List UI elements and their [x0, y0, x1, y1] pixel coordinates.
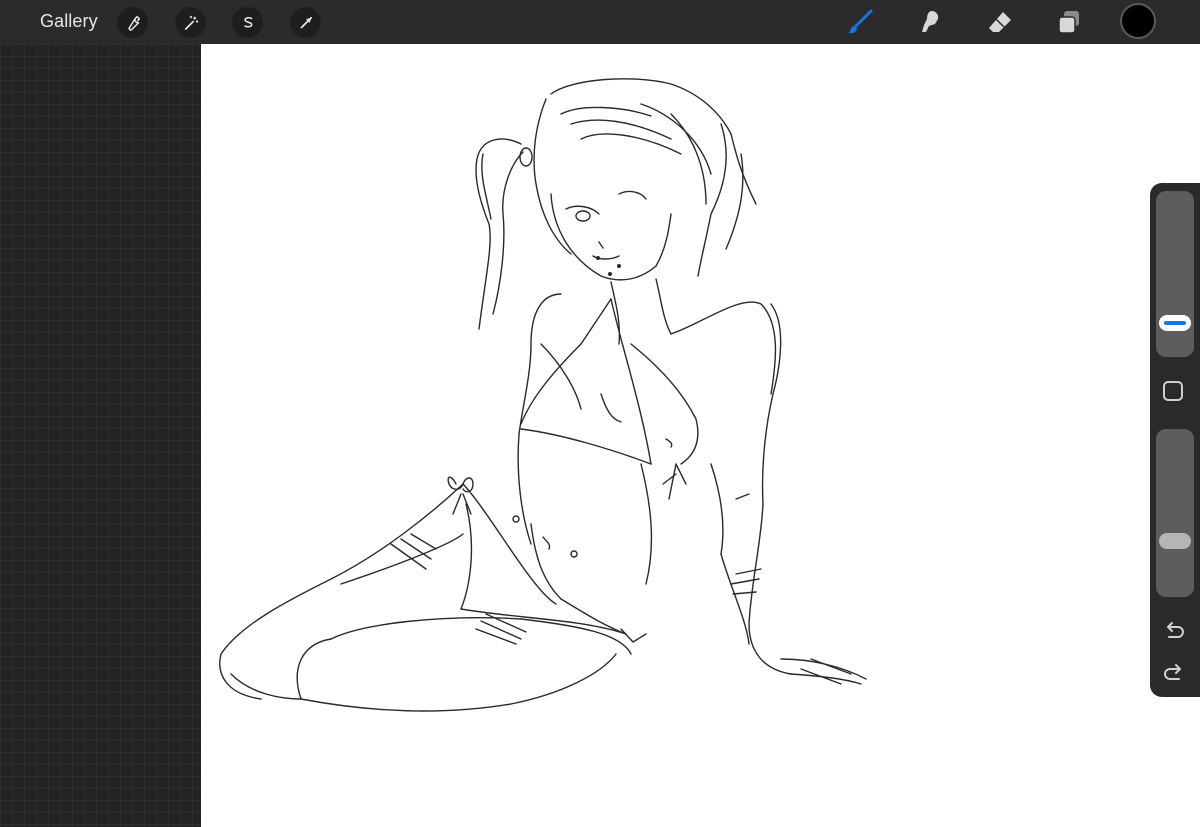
brush-icon: [848, 9, 873, 34]
eraser-tool[interactable]: [984, 6, 1016, 38]
procreate-app: Gallery: [0, 0, 1200, 827]
gallery-button[interactable]: Gallery: [40, 11, 98, 32]
brush-size-thumb[interactable]: [1159, 315, 1191, 331]
layers-tool[interactable]: [1053, 6, 1085, 38]
top-toolbar: Gallery: [0, 0, 1200, 44]
brush-size-slider[interactable]: [1156, 191, 1194, 357]
layers-icon: [1058, 11, 1079, 34]
modify-button[interactable]: [1163, 381, 1183, 401]
adjustments-button[interactable]: [175, 7, 206, 38]
selection-button[interactable]: [232, 7, 263, 38]
magic-wand-icon: [184, 15, 198, 30]
actions-button[interactable]: [117, 7, 148, 38]
transform-button[interactable]: [290, 7, 321, 38]
opacity-thumb[interactable]: [1159, 533, 1191, 549]
smudge-tool[interactable]: [914, 6, 946, 38]
opacity-slider[interactable]: [1156, 429, 1194, 597]
smudge-icon: [922, 11, 939, 32]
wrench-icon: [128, 15, 140, 31]
figure-sketch: [219, 78, 867, 712]
brush-sidebar: [1150, 183, 1200, 697]
color-picker-button[interactable]: [1122, 5, 1154, 37]
eraser-icon: [989, 12, 1011, 32]
selection-icon: [243, 16, 253, 28]
brush-tool[interactable]: [844, 6, 876, 38]
redo-icon[interactable]: [1163, 661, 1185, 683]
undo-icon[interactable]: [1163, 619, 1185, 641]
transform-arrow-icon: [300, 16, 312, 28]
drawing-canvas[interactable]: [201, 44, 1200, 827]
